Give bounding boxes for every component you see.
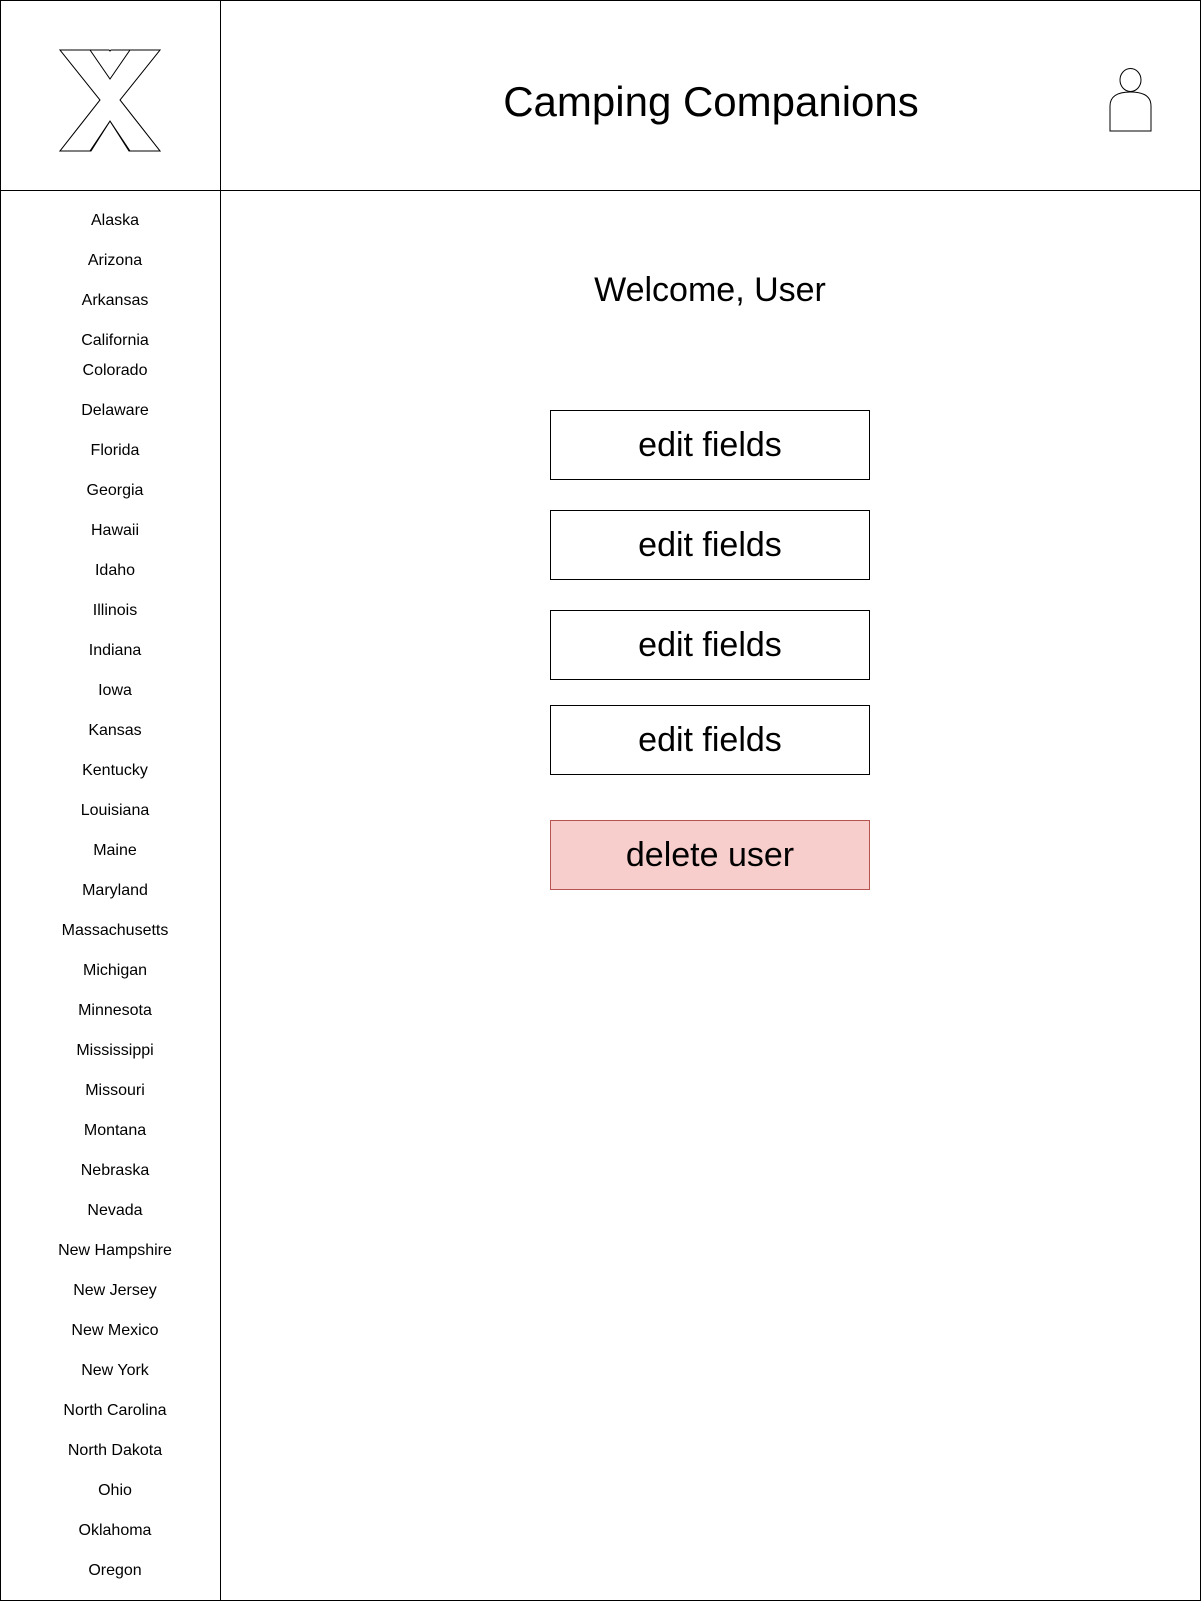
edit-fields-button-1[interactable]: edit fields xyxy=(550,410,870,480)
state-sidebar: Alaska Arizona Arkansas California Colorado D… xyxy=(0,191,220,1601)
sidebar-item-california[interactable]: California xyxy=(0,331,230,351)
sidebar-item-new-jersey[interactable]: New Jersey xyxy=(0,1281,230,1301)
sidebar-item-hawaii[interactable]: Hawaii xyxy=(0,521,230,541)
sidebar-item-alaska[interactable]: Alaska xyxy=(0,211,230,231)
sidebar-item-nebraska[interactable]: Nebraska xyxy=(0,1161,230,1181)
sidebar-item-arizona[interactable]: Arizona xyxy=(0,251,230,271)
edit-fields-button-3[interactable]: edit fields xyxy=(550,610,870,680)
sidebar-item-maine[interactable]: Maine xyxy=(0,841,230,861)
x-logo-icon[interactable] xyxy=(58,49,162,152)
sidebar-item-louisiana[interactable]: Louisiana xyxy=(0,801,230,821)
sidebar-item-mississippi[interactable]: Mississippi xyxy=(0,1041,230,1061)
sidebar-item-new-york[interactable]: New York xyxy=(0,1361,230,1381)
sidebar-item-idaho[interactable]: Idaho xyxy=(0,561,230,581)
sidebar-item-indiana[interactable]: Indiana xyxy=(0,641,230,661)
sidebar-item-montana[interactable]: Montana xyxy=(0,1121,230,1141)
app-title: Camping Companions xyxy=(503,78,919,125)
sidebar-item-missouri[interactable]: Missouri xyxy=(0,1081,230,1101)
user-avatar-icon[interactable] xyxy=(1109,68,1152,132)
sidebar-item-michigan[interactable]: Michigan xyxy=(0,961,230,981)
sidebar-item-ohio[interactable]: Ohio xyxy=(0,1481,230,1501)
sidebar-item-florida[interactable]: Florida xyxy=(0,441,230,461)
sidebar-item-georgia[interactable]: Georgia xyxy=(0,481,230,501)
welcome-heading: Welcome, User xyxy=(594,271,826,309)
edit-fields-button-2[interactable]: edit fields xyxy=(550,510,870,580)
sidebar-item-new-mexico[interactable]: New Mexico xyxy=(0,1321,230,1341)
edit-fields-button-4[interactable]: edit fields xyxy=(550,705,870,775)
sidebar-item-new-hampshire[interactable]: New Hampshire xyxy=(0,1241,230,1261)
sidebar-item-massachusetts[interactable]: Massachusetts xyxy=(0,921,230,941)
sidebar-item-nevada[interactable]: Nevada xyxy=(0,1201,230,1221)
sidebar-item-iowa[interactable]: Iowa xyxy=(0,681,230,701)
sidebar-item-arkansas[interactable]: Arkansas xyxy=(0,291,230,311)
sidebar-item-maryland[interactable]: Maryland xyxy=(0,881,230,901)
sidebar-item-illinois[interactable]: Illinois xyxy=(0,601,230,621)
sidebar-item-minnesota[interactable]: Minnesota xyxy=(0,1001,230,1021)
sidebar-item-oregon[interactable]: Oregon xyxy=(0,1561,230,1581)
sidebar-item-colorado[interactable]: Colorado xyxy=(0,361,230,381)
sidebar-item-kentucky[interactable]: Kentucky xyxy=(0,761,230,781)
sidebar-item-kansas[interactable]: Kansas xyxy=(0,721,230,741)
sidebar-item-north-dakota[interactable]: North Dakota xyxy=(0,1441,230,1461)
delete-user-button[interactable]: delete user xyxy=(550,820,870,890)
sidebar-item-delaware[interactable]: Delaware xyxy=(0,401,230,421)
sidebar-item-north-carolina[interactable]: North Carolina xyxy=(0,1401,230,1421)
sidebar-item-oklahoma[interactable]: Oklahoma xyxy=(0,1521,230,1541)
